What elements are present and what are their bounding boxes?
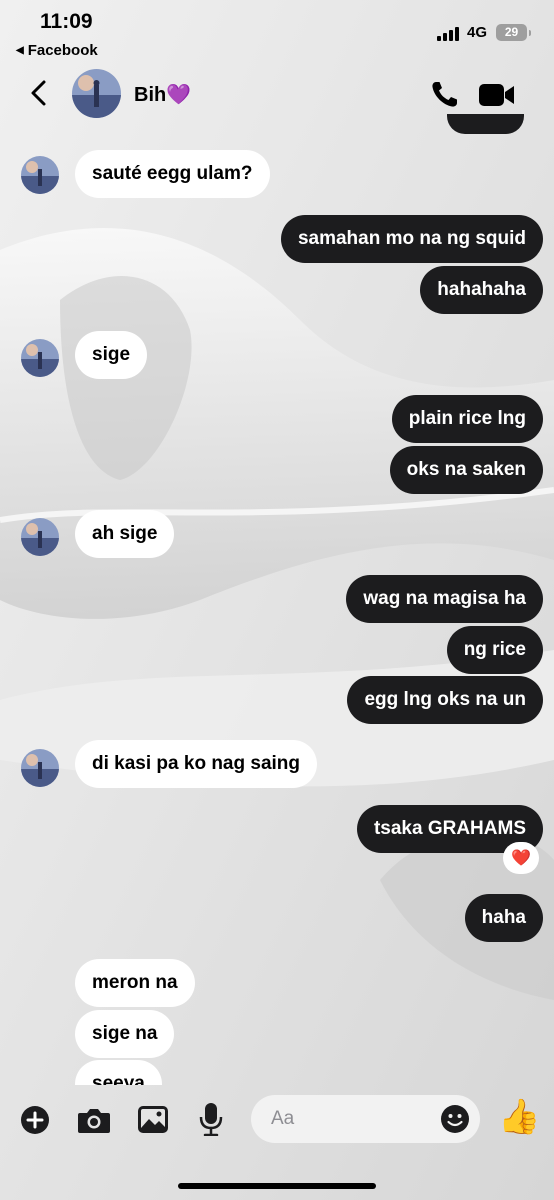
back-to-app-link[interactable]: ◀ Facebook	[16, 42, 98, 59]
status-bar: 11:09 ◀ Facebook 4G 29	[0, 0, 554, 60]
message-bubble-incoming[interactable]: sauté eegg ulam?	[75, 150, 270, 198]
signal-icon	[437, 25, 459, 41]
message-bubble-outgoing[interactable]: ng rice	[446, 626, 543, 674]
message-bubble-incoming[interactable]: meron na	[75, 959, 195, 1007]
sender-avatar[interactable]	[21, 339, 59, 377]
status-time: 11:09	[40, 10, 93, 33]
chat-header: Bih💜	[0, 60, 554, 130]
video-camera-icon[interactable]	[478, 81, 516, 109]
message-bubble-incoming[interactable]: seeya	[75, 1060, 162, 1085]
message-bubble-incoming[interactable]: sige na	[75, 1010, 175, 1058]
message-bubble-incoming[interactable]: di kasi pa ko nag saing	[75, 740, 318, 788]
sender-avatar[interactable]	[21, 749, 59, 787]
like-thumbs-up-icon[interactable]: 👍	[498, 1097, 540, 1137]
message-bubble-outgoing[interactable]: haha	[464, 894, 543, 942]
message-bubble-outgoing[interactable]: hahahaha	[420, 266, 543, 314]
phone-icon[interactable]	[430, 79, 460, 109]
sender-avatar[interactable]	[21, 518, 59, 556]
contact-avatar[interactable]	[72, 69, 121, 118]
message-bubble-outgoing[interactable]: wag na magisa ha	[346, 575, 543, 623]
message-bubble-incoming[interactable]: sige	[75, 331, 148, 379]
back-triangle-icon: ◀	[16, 45, 24, 56]
back-chevron-icon[interactable]	[25, 78, 55, 108]
network-type: 4G	[467, 24, 488, 41]
emoji-icon[interactable]	[440, 1104, 470, 1134]
back-app-label: Facebook	[27, 42, 98, 59]
battery-icon: 29	[496, 24, 531, 41]
microphone-icon[interactable]	[199, 1102, 223, 1136]
sender-avatar[interactable]	[21, 156, 59, 194]
home-indicator	[178, 1183, 376, 1189]
message-bubble-incoming[interactable]: ah sige	[75, 510, 175, 558]
message-bubble-outgoing[interactable]: oks na saken	[389, 446, 543, 494]
heart-reaction[interactable]: ❤️	[503, 842, 539, 874]
message-composer: 👍	[0, 1085, 554, 1200]
plus-icon[interactable]	[20, 1105, 50, 1135]
camera-icon[interactable]	[77, 1106, 111, 1134]
message-bubble-outgoing[interactable]: plain rice lng	[391, 395, 543, 443]
contact-name[interactable]: Bih💜	[134, 82, 191, 107]
message-bubble-outgoing[interactable]: egg lng oks na un	[347, 676, 543, 724]
message-bubble-outgoing[interactable]: samahan mo na ng squid	[280, 215, 543, 263]
message-thread[interactable]: sauté eegg ulam? samahan mo na ng squid …	[0, 0, 554, 1085]
gallery-icon[interactable]	[137, 1105, 169, 1135]
